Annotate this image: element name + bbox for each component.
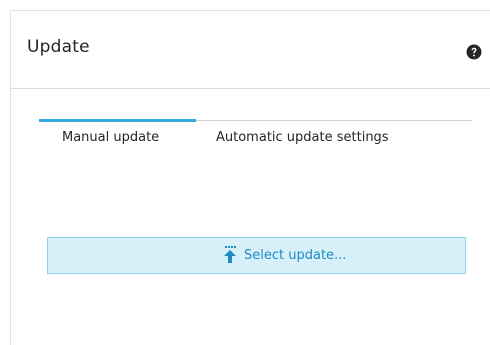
upload-arrow-icon (224, 246, 236, 263)
tab-strip: Manual update Automatic update settings (39, 119, 472, 153)
tab-label: Automatic update settings (216, 130, 389, 145)
active-tab-indicator (39, 119, 196, 122)
panel-header: Update (11, 11, 490, 89)
select-update-button[interactable]: Select update... (47, 237, 466, 274)
tab-automatic-update-settings[interactable]: Automatic update settings (209, 121, 439, 153)
tab-manual-update[interactable]: Manual update (39, 119, 196, 153)
panel-title: Update (27, 37, 90, 57)
update-panel: Update Manual update Automatic update se… (10, 10, 490, 345)
help-question-icon[interactable] (466, 44, 482, 60)
select-update-label: Select update... (244, 248, 347, 263)
tab-label: Manual update (62, 130, 160, 145)
